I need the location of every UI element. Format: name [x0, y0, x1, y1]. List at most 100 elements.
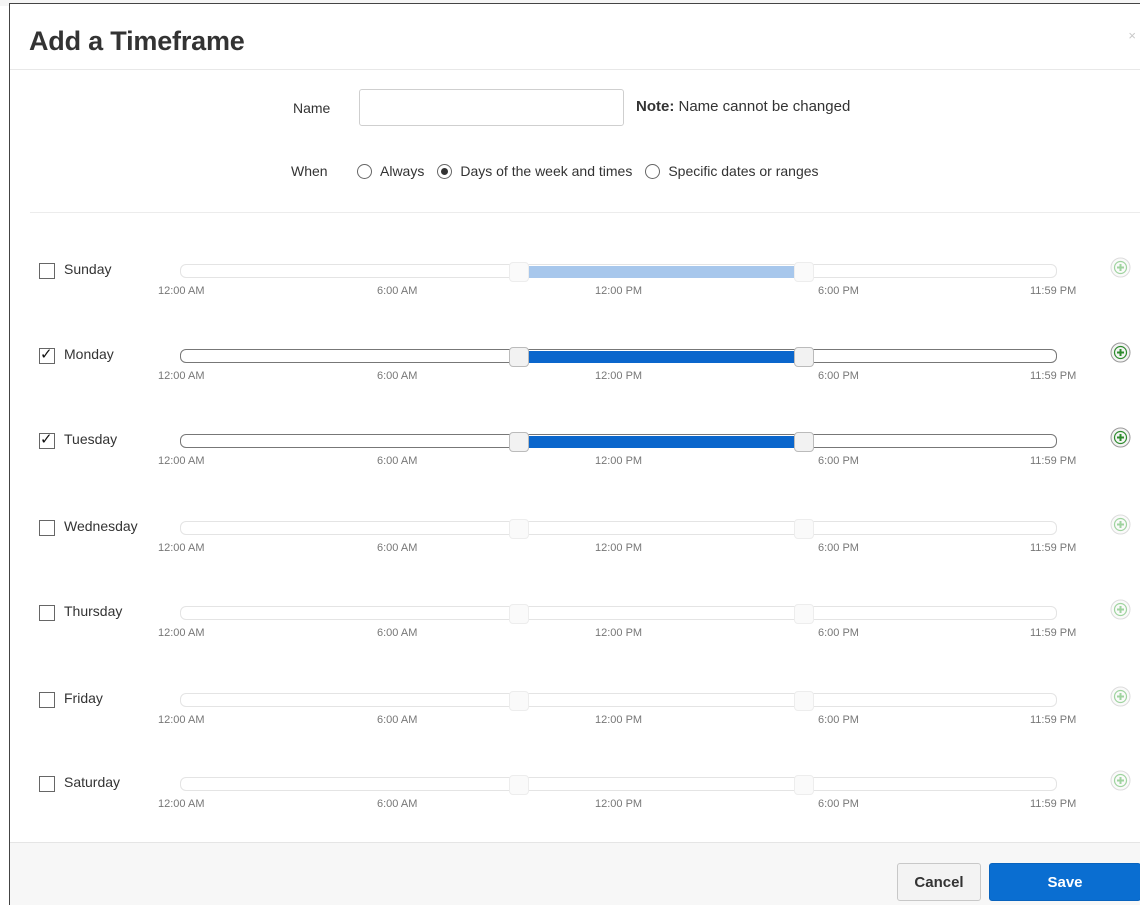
- time-tick-label: 6:00 AM: [377, 285, 418, 297]
- time-slider-track[interactable]: [180, 262, 1057, 282]
- time-slider-track[interactable]: [180, 775, 1057, 795]
- range-end-handle[interactable]: [794, 604, 815, 624]
- day-label: Monday: [64, 346, 114, 362]
- time-tick-label: 12:00 AM: [158, 798, 205, 810]
- radio-button[interactable]: [645, 163, 661, 179]
- plus-circle-icon[interactable]: [1110, 427, 1131, 448]
- time-slider-track[interactable]: [180, 691, 1057, 711]
- range-end-handle[interactable]: [794, 432, 815, 452]
- name-label: Name: [293, 100, 331, 116]
- time-tick-label: 12:00 PM: [595, 714, 643, 726]
- plus-circle-icon[interactable]: [1110, 686, 1131, 707]
- time-tick-label: 12:00 AM: [158, 455, 205, 467]
- time-tick-label: 12:00 AM: [158, 285, 205, 297]
- plus-circle-icon[interactable]: [1110, 257, 1131, 278]
- radio-button[interactable]: [357, 163, 372, 179]
- radio-label: Always: [380, 163, 425, 179]
- time-tick-label: 11:59 PM: [1030, 455, 1077, 467]
- close-icon[interactable]: ×: [1128, 28, 1136, 43]
- range-end-handle[interactable]: [794, 347, 815, 367]
- time-tick-label: 6:00 PM: [818, 627, 859, 639]
- plus-circle-icon[interactable]: [1110, 514, 1131, 535]
- dialog-header: Add a Timeframe ×: [10, 4, 1140, 70]
- time-tick-label: 12:00 PM: [595, 627, 643, 639]
- range-start-handle[interactable]: [508, 262, 529, 282]
- divider: [30, 212, 1140, 213]
- day-label: Sunday: [64, 261, 112, 277]
- checkmark-icon: ✓: [40, 346, 53, 363]
- selected-range: [519, 266, 803, 278]
- when-radio-group: Always Days of the week and times Specific…: [357, 161, 832, 181]
- time-slider-track[interactable]: [180, 519, 1057, 539]
- time-tick-label: 6:00 PM: [818, 370, 859, 382]
- name-input[interactable]: [359, 89, 624, 126]
- time-tick-label: 11:59 PM: [1030, 542, 1077, 554]
- day-row-saturday: Saturday 12:00 AM 6:00 AM 12:00 PM 6:00 PM 11…: [10, 770, 1140, 832]
- time-tick-label: 11:59 PM: [1030, 370, 1077, 382]
- day-row-sunday: Sunday 12:00 AM 6:00 AM 12:00 PM 6:00 PM 11:5…: [10, 257, 1140, 319]
- day-checkbox[interactable]: [39, 692, 55, 708]
- range-end-handle[interactable]: [794, 691, 815, 711]
- time-tick-label: 6:00 AM: [377, 455, 418, 467]
- radio-label: Days of the week and times: [460, 163, 633, 179]
- plus-circle-icon[interactable]: [1110, 599, 1131, 620]
- radio-button[interactable]: [437, 163, 453, 179]
- range-end-handle[interactable]: [794, 775, 815, 795]
- day-label: Wednesday: [64, 518, 138, 534]
- range-end-handle[interactable]: [794, 262, 815, 282]
- day-checkbox[interactable]: [39, 263, 55, 279]
- time-slider-track[interactable]: [180, 604, 1057, 624]
- range-start-handle[interactable]: [508, 519, 529, 539]
- time-tick-label: 11:59 PM: [1030, 714, 1077, 726]
- time-tick-label: 12:00 PM: [595, 542, 643, 554]
- dialog-title: Add a Timeframe: [29, 26, 245, 56]
- plus-circle-icon[interactable]: [1110, 342, 1131, 363]
- time-tick-label: 6:00 AM: [377, 627, 418, 639]
- day-label: Friday: [64, 690, 103, 706]
- time-tick-label: 11:59 PM: [1030, 798, 1077, 810]
- day-checkbox[interactable]: ✓: [39, 431, 55, 449]
- day-row-monday: ✓ Monday 12:00 AM 6:00 AM 12:00 PM 6:00 PM 11:…: [10, 342, 1140, 404]
- checkmark-icon: ✓: [40, 431, 53, 448]
- time-tick-label: 12:00 PM: [595, 285, 643, 297]
- cancel-button[interactable]: Cancel: [897, 863, 981, 901]
- time-slider-track[interactable]: [180, 432, 1057, 452]
- day-row-thursday: Thursday 12:00 AM 6:00 AM 12:00 PM 6:00 PM 11…: [10, 599, 1140, 661]
- note-text: Name cannot be changed: [674, 98, 851, 115]
- when-option-3[interactable]: Specific dates or ranges: [645, 163, 819, 179]
- day-label: Thursday: [64, 603, 123, 619]
- day-checkbox[interactable]: [39, 776, 55, 792]
- note-prefix: Note:: [636, 98, 675, 115]
- day-label: Tuesday: [64, 431, 118, 447]
- name-note: Note: Name cannot be changed: [636, 98, 850, 115]
- time-tick-label: 12:00 PM: [595, 370, 643, 382]
- dialog-footer: Cancel Save: [10, 842, 1140, 905]
- day-row-friday: Friday 12:00 AM 6:00 AM 12:00 PM 6:00 PM 11:5…: [10, 686, 1140, 748]
- time-tick-label: 6:00 PM: [818, 798, 859, 810]
- save-button[interactable]: Save: [989, 863, 1140, 901]
- when-option-2[interactable]: Days of the week and times: [437, 163, 632, 179]
- time-tick-label: 6:00 PM: [818, 455, 859, 467]
- range-end-handle[interactable]: [794, 519, 815, 539]
- when-label: When: [291, 163, 328, 179]
- time-tick-label: 12:00 AM: [158, 714, 205, 726]
- time-tick-label: 11:59 PM: [1030, 285, 1077, 297]
- time-tick-label: 6:00 AM: [377, 798, 418, 810]
- range-start-handle[interactable]: [508, 432, 529, 452]
- range-start-handle[interactable]: [508, 691, 529, 711]
- time-slider-track[interactable]: [180, 347, 1057, 367]
- day-checkbox[interactable]: ✓: [39, 346, 55, 364]
- time-tick-label: 6:00 PM: [818, 542, 859, 554]
- range-start-handle[interactable]: [508, 604, 529, 624]
- range-start-handle[interactable]: [508, 347, 529, 367]
- plus-circle-icon[interactable]: [1110, 770, 1131, 791]
- day-checkbox[interactable]: [39, 520, 55, 536]
- time-tick-label: 6:00 PM: [818, 285, 859, 297]
- range-start-handle[interactable]: [508, 775, 529, 795]
- time-tick-label: 12:00 PM: [595, 798, 643, 810]
- selected-range: [519, 351, 803, 363]
- day-checkbox[interactable]: [39, 605, 55, 621]
- when-option-1[interactable]: Always: [357, 163, 424, 179]
- time-tick-label: 6:00 AM: [377, 370, 418, 382]
- time-tick-label: 12:00 PM: [595, 455, 643, 467]
